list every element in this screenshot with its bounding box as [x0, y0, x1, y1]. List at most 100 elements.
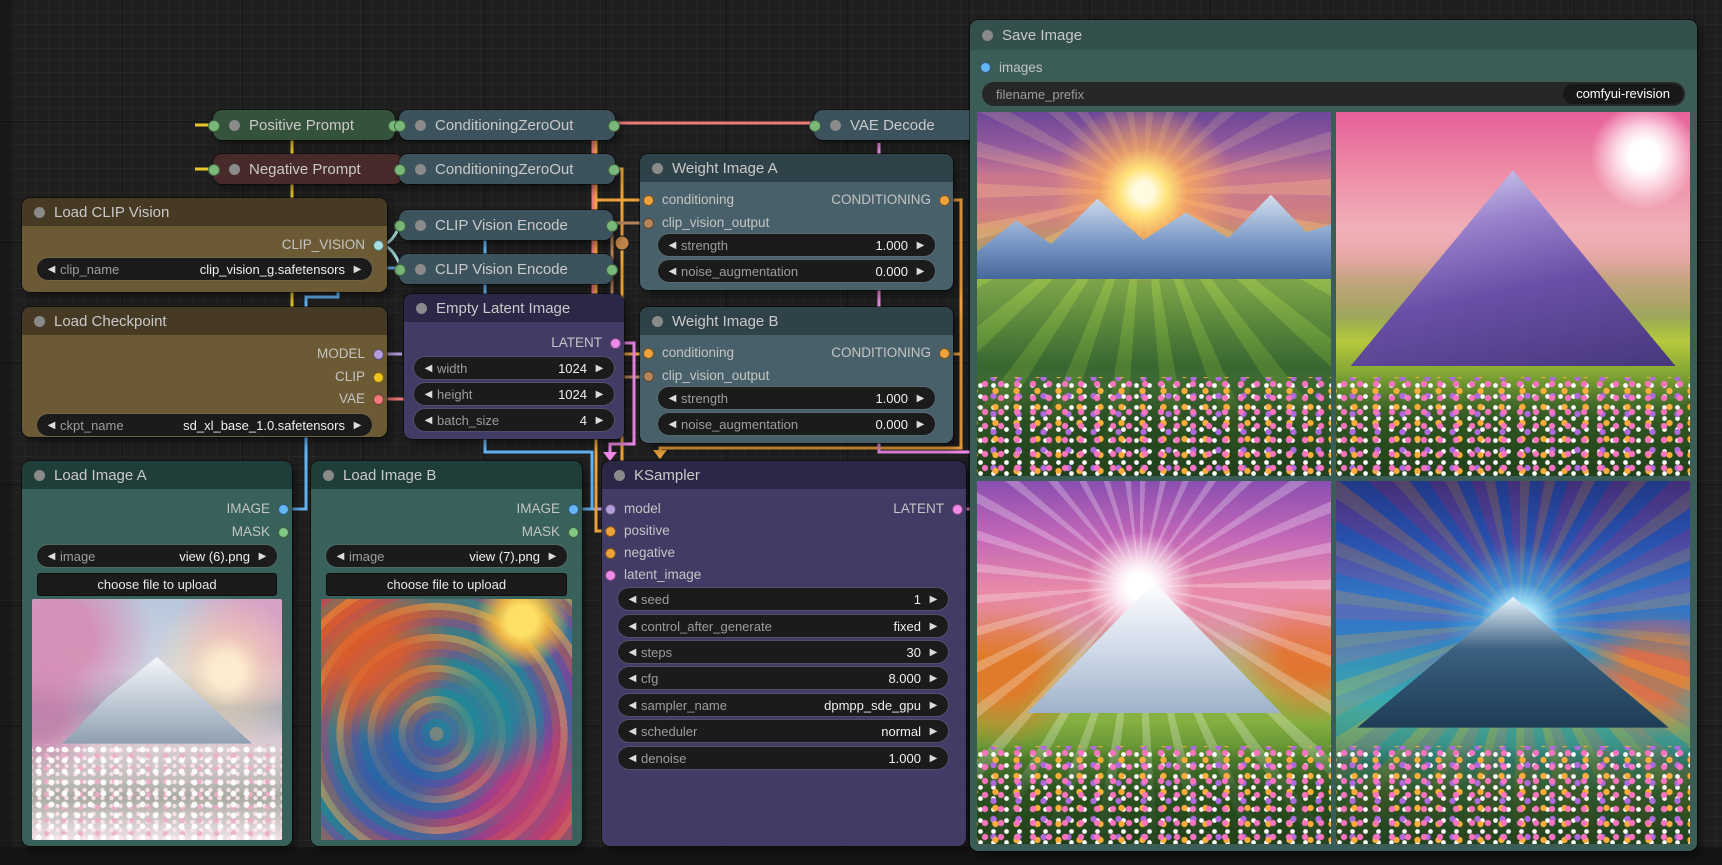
- widget-batch-size[interactable]: ◀ batch_size 4 ▶: [414, 409, 614, 431]
- node-clip-vision-encode-1[interactable]: CLIP Vision Encode: [399, 210, 613, 240]
- node-load-image-a[interactable]: Load Image A IMAGE MASK ◀ image view (6)…: [22, 461, 292, 846]
- decrement-arrow-icon[interactable]: ◀: [625, 753, 640, 764]
- input-port-negative[interactable]: [605, 548, 616, 559]
- collapsed-output-dot[interactable]: [608, 120, 620, 132]
- decrement-arrow-icon[interactable]: ◀: [625, 673, 640, 684]
- widget-image[interactable]: ◀ image view (7).png ▶: [326, 545, 567, 567]
- input-port-model[interactable]: [605, 504, 616, 515]
- collapse-toggle-dot[interactable]: [652, 163, 663, 174]
- node-header[interactable]: KSampler: [602, 461, 966, 489]
- input-port-clip-vision-output[interactable]: [643, 218, 654, 229]
- increment-arrow-icon[interactable]: ▶: [926, 753, 941, 764]
- decrement-arrow-icon[interactable]: ◀: [421, 415, 436, 426]
- increment-arrow-icon[interactable]: ▶: [592, 363, 607, 374]
- decrement-arrow-icon[interactable]: ◀: [421, 389, 436, 400]
- decrement-arrow-icon[interactable]: ◀: [421, 363, 436, 374]
- decrement-arrow-icon[interactable]: ◀: [44, 420, 59, 431]
- decrement-arrow-icon[interactable]: ◀: [333, 551, 348, 562]
- output-port-conditioning[interactable]: [939, 195, 950, 206]
- widget-cfg[interactable]: ◀ cfg 8.000 ▶: [618, 667, 948, 689]
- decrement-arrow-icon[interactable]: ◀: [625, 726, 640, 737]
- node-header[interactable]: Load Image A: [22, 461, 292, 489]
- widget-scheduler[interactable]: ◀ scheduler normal ▶: [618, 720, 948, 742]
- decrement-arrow-icon[interactable]: ◀: [665, 266, 680, 277]
- collapsed-input-dot[interactable]: [394, 164, 406, 176]
- collapse-toggle-dot[interactable]: [229, 120, 240, 131]
- node-load-image-b[interactable]: Load Image B IMAGE MASK ◀ image view (7)…: [311, 461, 582, 846]
- node-graph-canvas[interactable]: Positive Prompt Negative Prompt Conditio…: [0, 0, 1722, 865]
- collapse-toggle-dot[interactable]: [830, 120, 841, 131]
- output-port-clip[interactable]: [373, 372, 384, 383]
- input-port-images[interactable]: [980, 62, 991, 73]
- widget-width[interactable]: ◀ width 1024 ▶: [414, 357, 614, 379]
- output-port-conditioning[interactable]: [939, 348, 950, 359]
- increment-arrow-icon[interactable]: ▶: [913, 419, 928, 430]
- decrement-arrow-icon[interactable]: ◀: [625, 700, 640, 711]
- increment-arrow-icon[interactable]: ▶: [350, 420, 365, 431]
- node-clip-vision-encode-2[interactable]: CLIP Vision Encode: [399, 254, 613, 284]
- collapsed-output-dot[interactable]: [608, 164, 620, 176]
- collapsed-input-dot[interactable]: [208, 120, 220, 132]
- widget-ckpt-name[interactable]: ◀ ckpt_name sd_xl_base_1.0.safetensors ▶: [37, 414, 372, 436]
- output-port-vae[interactable]: [373, 394, 384, 405]
- collapse-toggle-dot[interactable]: [229, 164, 240, 175]
- increment-arrow-icon[interactable]: ▶: [913, 266, 928, 277]
- widget-noise-augmentation[interactable]: ◀ noise_augmentation 0.000 ▶: [658, 413, 935, 435]
- output-port-clip-vision[interactable]: [373, 240, 384, 251]
- output-port-model[interactable]: [373, 349, 384, 360]
- decrement-arrow-icon[interactable]: ◀: [625, 594, 640, 605]
- decrement-arrow-icon[interactable]: ◀: [625, 647, 640, 658]
- increment-arrow-icon[interactable]: ▶: [592, 389, 607, 400]
- collapse-toggle-dot[interactable]: [34, 316, 45, 327]
- choose-file-button[interactable]: choose file to upload: [326, 573, 567, 596]
- increment-arrow-icon[interactable]: ▶: [926, 726, 941, 737]
- collapse-toggle-dot[interactable]: [982, 30, 993, 41]
- collapsed-output-dot[interactable]: [606, 220, 618, 232]
- output-port-latent[interactable]: [610, 338, 621, 349]
- widget-sampler-name[interactable]: ◀ sampler_name dpmpp_sde_gpu ▶: [618, 694, 948, 716]
- increment-arrow-icon[interactable]: ▶: [926, 621, 941, 632]
- widget-image[interactable]: ◀ image view (6).png ▶: [37, 545, 277, 567]
- decrement-arrow-icon[interactable]: ◀: [665, 419, 680, 430]
- widget-control-after-generate[interactable]: ◀ control_after_generate fixed ▶: [618, 615, 948, 637]
- collapsed-input-dot[interactable]: [394, 220, 406, 232]
- output-port-image[interactable]: [278, 504, 289, 515]
- input-port-conditioning[interactable]: [643, 195, 654, 206]
- collapse-toggle-dot[interactable]: [34, 207, 45, 218]
- output-port-image[interactable]: [568, 504, 579, 515]
- increment-arrow-icon[interactable]: ▶: [913, 240, 928, 251]
- node-header[interactable]: Load Image B: [311, 461, 582, 489]
- collapsed-input-dot[interactable]: [809, 120, 821, 132]
- collapse-toggle-dot[interactable]: [415, 220, 426, 231]
- increment-arrow-icon[interactable]: ▶: [255, 551, 270, 562]
- decrement-arrow-icon[interactable]: ◀: [625, 621, 640, 632]
- node-empty-latent-image[interactable]: Empty Latent Image LATENT ◀ width 1024 ▶…: [404, 294, 624, 439]
- output-port-mask[interactable]: [568, 527, 579, 538]
- collapse-toggle-dot[interactable]: [415, 264, 426, 275]
- widget-noise-augmentation[interactable]: ◀ noise_augmentation 0.000 ▶: [658, 260, 935, 282]
- decrement-arrow-icon[interactable]: ◀: [44, 551, 59, 562]
- node-header[interactable]: Load Checkpoint: [22, 307, 387, 335]
- output-port-mask[interactable]: [278, 527, 289, 538]
- increment-arrow-icon[interactable]: ▶: [350, 264, 365, 275]
- decrement-arrow-icon[interactable]: ◀: [665, 240, 680, 251]
- collapse-toggle-dot[interactable]: [614, 470, 625, 481]
- collapse-toggle-dot[interactable]: [652, 316, 663, 327]
- collapsed-output-dot[interactable]: [606, 264, 618, 276]
- collapse-toggle-dot[interactable]: [415, 164, 426, 175]
- node-load-checkpoint[interactable]: Load Checkpoint MODEL CLIP VAE ◀ ckpt_na…: [22, 307, 387, 437]
- increment-arrow-icon[interactable]: ▶: [913, 393, 928, 404]
- collapsed-input-dot[interactable]: [394, 120, 406, 132]
- widget-height[interactable]: ◀ height 1024 ▶: [414, 383, 614, 405]
- increment-arrow-icon[interactable]: ▶: [545, 551, 560, 562]
- input-port-clip-vision-output[interactable]: [643, 371, 654, 382]
- widget-strength[interactable]: ◀ strength 1.000 ▶: [658, 387, 935, 409]
- node-save-image[interactable]: Save Image images filename_prefix comfyu…: [970, 20, 1697, 851]
- increment-arrow-icon[interactable]: ▶: [926, 673, 941, 684]
- widget-seed[interactable]: ◀ seed 1 ▶: [618, 588, 948, 610]
- decrement-arrow-icon[interactable]: ◀: [665, 393, 680, 404]
- widget-strength[interactable]: ◀ strength 1.000 ▶: [658, 234, 935, 256]
- node-header[interactable]: Weight Image B: [640, 307, 953, 335]
- node-weight-image-b[interactable]: Weight Image B conditioning CONDITIONING…: [640, 307, 953, 443]
- increment-arrow-icon[interactable]: ▶: [592, 415, 607, 426]
